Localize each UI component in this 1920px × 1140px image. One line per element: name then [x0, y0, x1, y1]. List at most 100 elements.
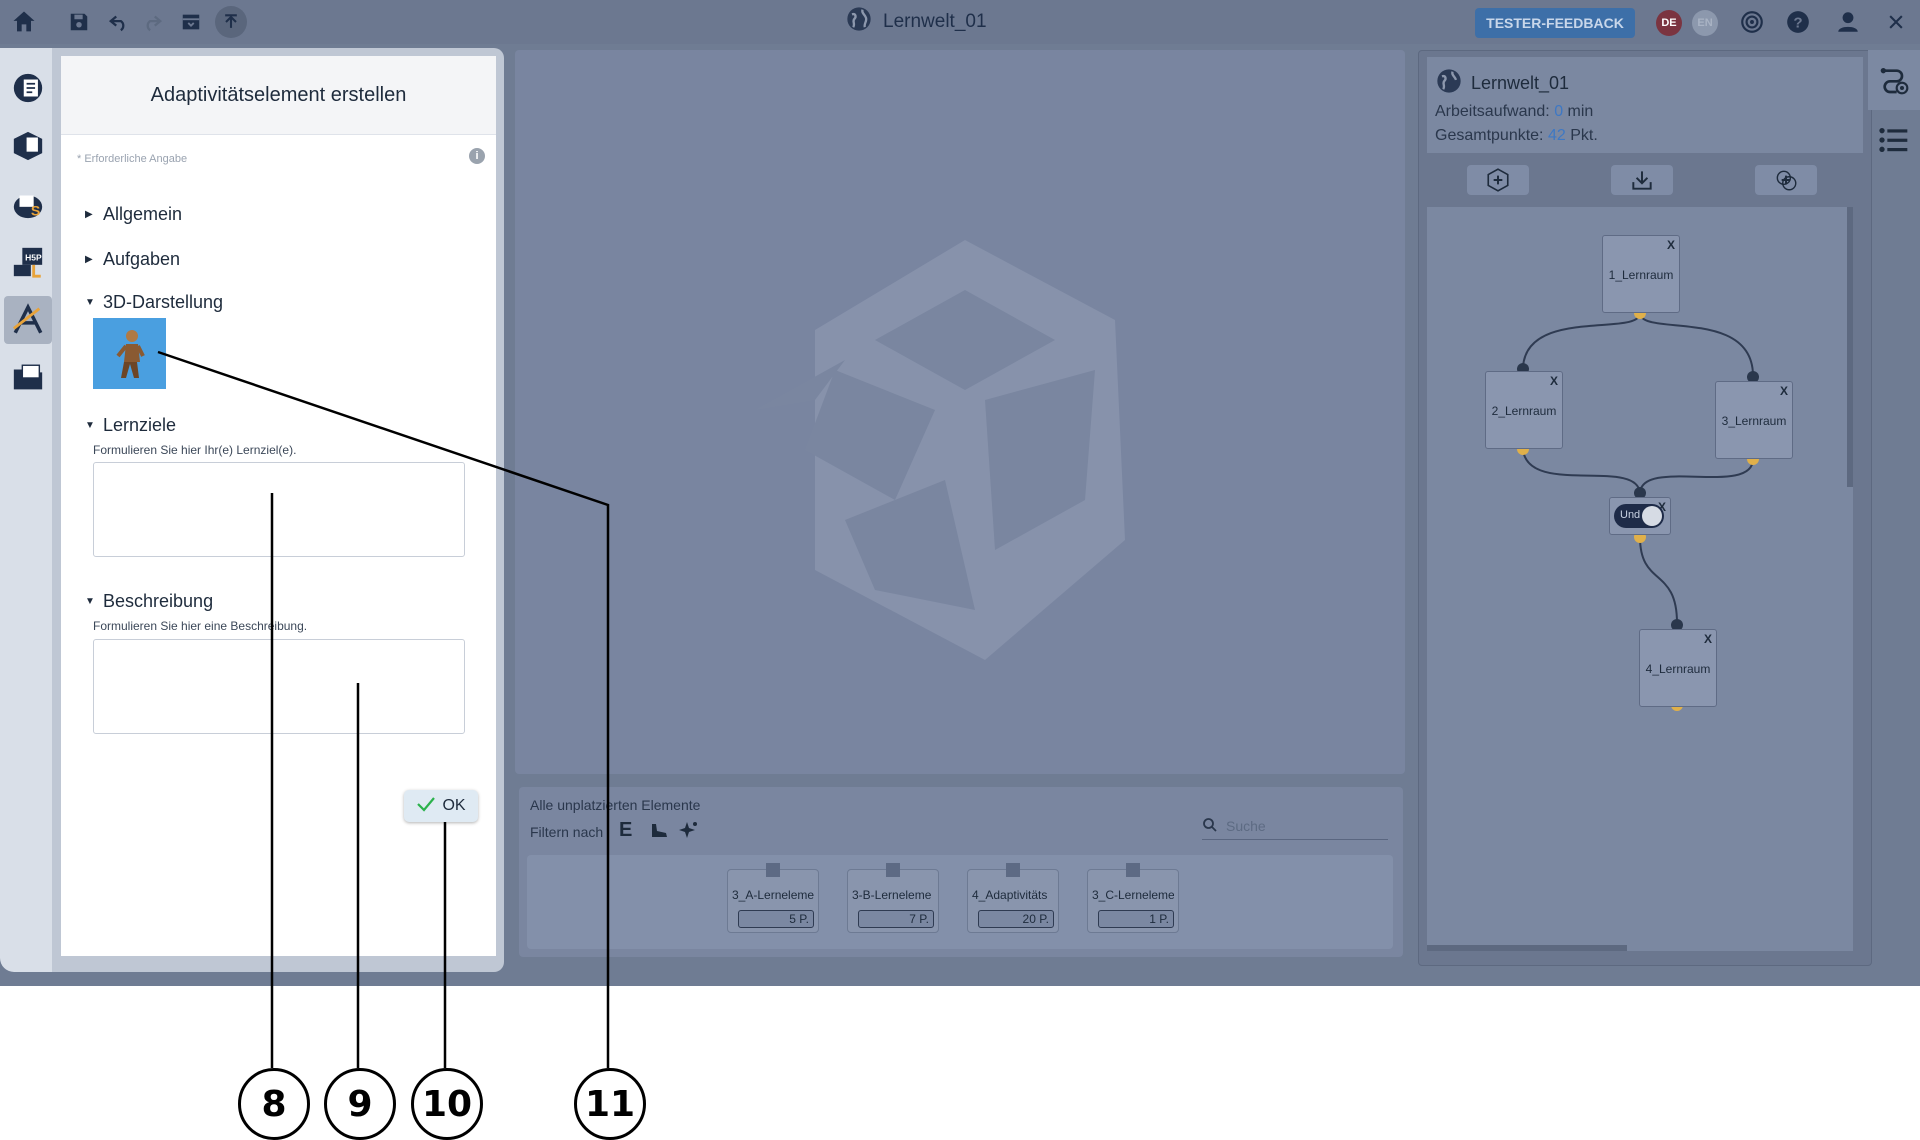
- filter-sparkle-icon[interactable]: [679, 820, 699, 845]
- search-input[interactable]: Suche: [1202, 813, 1388, 840]
- learning-space-node[interactable]: X 2_Lernraum: [1485, 371, 1563, 449]
- horizontal-scrollbar[interactable]: [1427, 945, 1627, 951]
- text-element-icon: [886, 863, 900, 877]
- caret-right-icon: ▶: [85, 254, 93, 265]
- save-icon[interactable]: [63, 6, 95, 38]
- ok-button[interactable]: OK: [404, 790, 478, 822]
- world-title: Lernwelt_01: [845, 6, 987, 38]
- h5p-icon[interactable]: H5P: [4, 238, 52, 286]
- check-icon: [416, 795, 436, 818]
- svg-text:S: S: [31, 203, 40, 219]
- points-line: Gesamtpunkte: 42 Pkt.: [1435, 127, 1598, 145]
- unplaced-title: Alle unplatzierten Elemente: [530, 797, 701, 813]
- archive-icon[interactable]: [175, 6, 207, 38]
- 3d-model-thumbnail[interactable]: [93, 318, 166, 389]
- folder-icon[interactable]: [4, 354, 52, 402]
- section-aufgaben[interactable]: ▶ Aufgaben: [85, 249, 180, 270]
- element-card[interactable]: 4_Adaptivitäts 20 P.: [967, 863, 1059, 933]
- undo-icon[interactable]: [103, 6, 135, 38]
- beschreibung-input[interactable]: [93, 639, 465, 734]
- download-icon: [1632, 171, 1652, 190]
- element-card[interactable]: 3_A-Lerneleme 5 P.: [727, 863, 819, 933]
- filter-text-element-icon[interactable]: E: [619, 819, 632, 842]
- callout-badge-8: 8: [238, 1068, 310, 1140]
- list-view-icon[interactable]: [1868, 120, 1920, 160]
- learning-space-node[interactable]: X 3_Lernraum: [1715, 381, 1793, 459]
- h5p-element-icon: [1126, 863, 1140, 877]
- add-condition-icon: [1776, 170, 1797, 191]
- tester-feedback-button[interactable]: TESTER-FEEDBACK: [1475, 8, 1635, 38]
- redo-icon[interactable]: [136, 6, 168, 38]
- add-condition-button[interactable]: [1755, 165, 1817, 195]
- section-allgemein-label: Allgemein: [103, 204, 183, 224]
- top-bar: Lernwelt_01 TESTER-FEEDBACK DE EN ?: [0, 0, 1920, 44]
- help-icon[interactable]: ?: [1782, 6, 1814, 38]
- condition-node[interactable]: X Und: [1609, 497, 1671, 535]
- learning-world-icon[interactable]: [4, 64, 52, 112]
- world-info: Lernwelt_01 Arbeitsaufwand: 0 min Gesamt…: [1427, 57, 1863, 153]
- element-points: 7 P.: [858, 910, 934, 928]
- learning-path-graph[interactable]: X 1_Lernraum X 2_Lernraum X 3_Lernraum X…: [1427, 207, 1853, 951]
- caret-down-icon: ▼: [85, 297, 95, 308]
- svg-text:H5P: H5P: [25, 253, 42, 263]
- upload-icon[interactable]: [215, 6, 247, 38]
- node-label: 1_Lernraum: [1608, 268, 1674, 282]
- workload-label: Arbeitsaufwand:: [1435, 103, 1550, 120]
- and-or-toggle[interactable]: Und: [1614, 504, 1664, 528]
- add-space-button[interactable]: [1467, 165, 1529, 195]
- learning-path-view-icon[interactable]: [1868, 50, 1920, 110]
- vertical-scrollbar[interactable]: [1847, 207, 1853, 487]
- element-points: 5 P.: [738, 910, 814, 928]
- text-element-icon: [766, 863, 780, 877]
- workload-unit: min: [1567, 103, 1594, 120]
- learning-space-canvas[interactable]: [515, 50, 1405, 774]
- element-points: 20 P.: [978, 910, 1054, 928]
- adaptivity-icon[interactable]: [4, 296, 52, 344]
- node-label: 3_Lernraum: [1721, 414, 1787, 428]
- info-icon[interactable]: i: [469, 148, 485, 164]
- target-icon[interactable]: [1736, 6, 1768, 38]
- caret-down-icon: ▼: [85, 420, 95, 431]
- node-remove-icon[interactable]: X: [1780, 384, 1788, 398]
- section-3d-darstellung[interactable]: ▼ 3D-Darstellung: [85, 292, 223, 313]
- app-window: Lernwelt_01 TESTER-FEEDBACK DE EN ? S H5…: [0, 0, 1920, 986]
- svg-text:?: ?: [1793, 14, 1802, 31]
- element-card[interactable]: 3-B-Lerneleme 7 P.: [847, 863, 939, 933]
- section-lernziele[interactable]: ▼ Lernziele: [85, 415, 176, 436]
- element-card[interactable]: 3_C-Lerneleme 1 P.: [1087, 863, 1179, 933]
- node-remove-icon[interactable]: X: [1550, 374, 1558, 388]
- globe-icon: [845, 5, 873, 39]
- learning-elements-icon[interactable]: S: [4, 180, 52, 228]
- learning-space-node[interactable]: X 1_Lernraum: [1602, 235, 1680, 313]
- world-name: Lernwelt_01: [1471, 73, 1570, 93]
- section-allgemein[interactable]: ▶ Allgemein: [85, 204, 182, 225]
- element-points: 1 P.: [1098, 910, 1174, 928]
- learning-space-node[interactable]: X 4_Lernraum: [1639, 629, 1717, 707]
- user-icon[interactable]: [1832, 6, 1864, 38]
- learning-space-icon[interactable]: [4, 122, 52, 170]
- lernziele-input[interactable]: [93, 462, 465, 557]
- node-label: 2_Lernraum: [1491, 404, 1557, 418]
- callout-badge-10: 10: [411, 1068, 483, 1140]
- section-aufgaben-label: Aufgaben: [103, 249, 181, 269]
- world-title-text: Lernwelt_01: [883, 11, 987, 32]
- search-icon: [1202, 817, 1218, 836]
- home-icon[interactable]: [8, 6, 40, 38]
- filter-shoe-icon[interactable]: [649, 821, 669, 844]
- side-tools: [1868, 50, 1920, 160]
- adaptivity-element-icon: [1006, 863, 1020, 877]
- element-name: 3_A-Lerneleme: [732, 888, 814, 902]
- create-adaptivity-dialog: Adaptivitätselement erstellen * Erforder…: [61, 56, 496, 956]
- close-icon[interactable]: [1880, 6, 1912, 38]
- filter-label: Filtern nach: [530, 824, 604, 840]
- toggle-label: Und: [1620, 509, 1641, 521]
- beschreibung-hint: Formulieren Sie hier eine Beschreibung.: [93, 619, 308, 633]
- required-note: * Erforderliche Angabe: [77, 153, 188, 165]
- workload-line: Arbeitsaufwand: 0 min: [1435, 103, 1593, 121]
- lang-en-button[interactable]: EN: [1692, 10, 1718, 36]
- section-beschreibung[interactable]: ▼ Beschreibung: [85, 591, 213, 612]
- node-remove-icon[interactable]: X: [1667, 238, 1675, 252]
- node-remove-icon[interactable]: X: [1704, 632, 1712, 646]
- import-button[interactable]: [1611, 165, 1673, 195]
- lang-de-button[interactable]: DE: [1656, 10, 1682, 36]
